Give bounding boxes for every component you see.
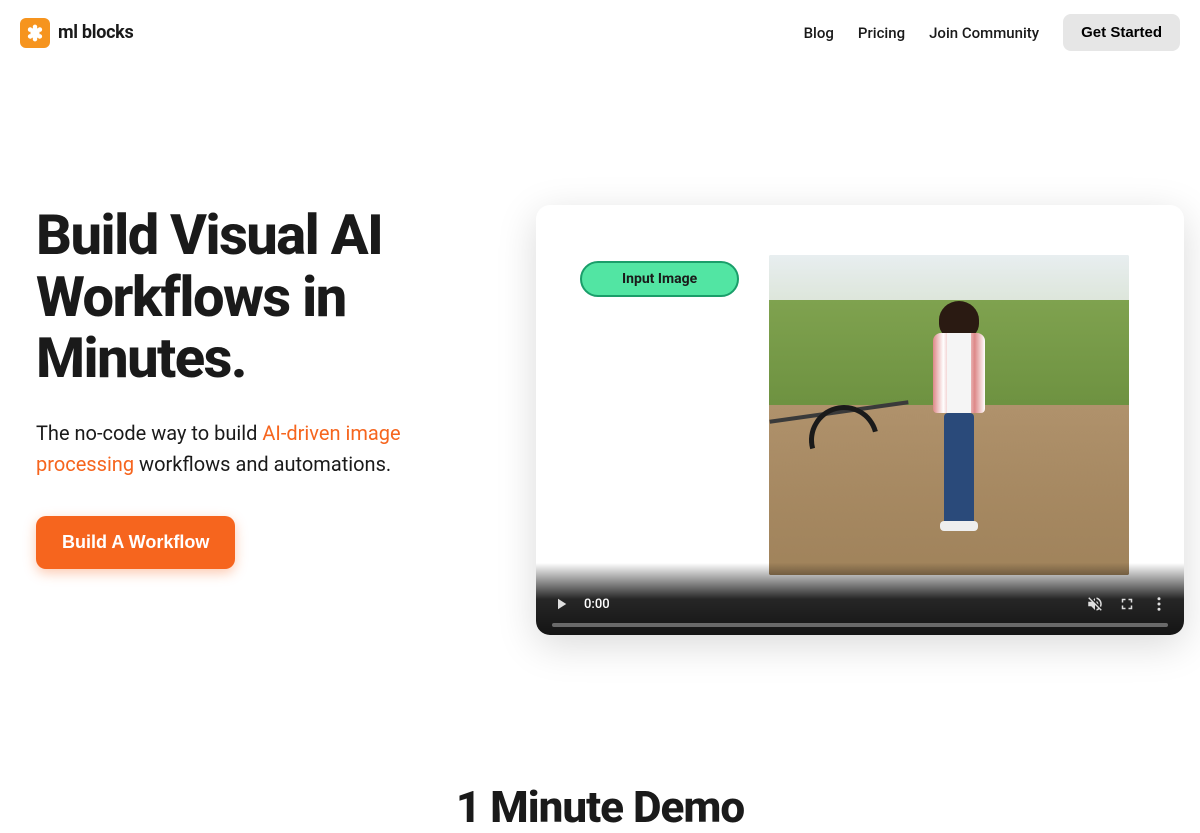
person-figure <box>929 305 989 525</box>
video-progress[interactable] <box>552 623 1168 627</box>
play-icon[interactable] <box>552 595 570 613</box>
hero-title: Build Visual AI Workflows in Minutes. <box>36 205 476 390</box>
hero-subtitle: The no-code way to build AI-driven image… <box>36 418 476 480</box>
mute-icon[interactable] <box>1086 595 1104 613</box>
demo-video[interactable]: Input Image 0:00 <box>536 205 1184 635</box>
nav-link-pricing[interactable]: Pricing <box>858 24 905 42</box>
site-header: ml blocks Blog Pricing Join Community Ge… <box>0 0 1200 65</box>
hero-sub-before: The no-code way to build <box>36 421 262 445</box>
more-icon[interactable] <box>1150 595 1168 613</box>
logo-text: ml blocks <box>58 22 133 43</box>
hero-copy: Build Visual AI Workflows in Minutes. Th… <box>36 205 476 635</box>
hero-section: Build Visual AI Workflows in Minutes. Th… <box>0 65 1200 635</box>
get-started-button[interactable]: Get Started <box>1063 14 1180 51</box>
demo-image <box>769 255 1129 575</box>
nav-link-community[interactable]: Join Community <box>929 24 1039 42</box>
main-nav: Blog Pricing Join Community Get Started <box>804 14 1180 51</box>
hero-sub-after: workflows and automations. <box>134 452 391 476</box>
input-image-node: Input Image <box>580 261 739 297</box>
logo-icon <box>20 18 50 48</box>
fullscreen-icon[interactable] <box>1118 595 1136 613</box>
demo-heading: 1 Minute Demo <box>0 781 1200 833</box>
hero-media: Input Image 0:00 <box>536 205 1184 635</box>
video-time: 0:00 <box>584 597 610 612</box>
build-workflow-button[interactable]: Build A Workflow <box>36 516 235 569</box>
video-controls: 0:00 <box>536 563 1184 635</box>
logo[interactable]: ml blocks <box>20 18 133 48</box>
nav-link-blog[interactable]: Blog <box>804 24 834 42</box>
